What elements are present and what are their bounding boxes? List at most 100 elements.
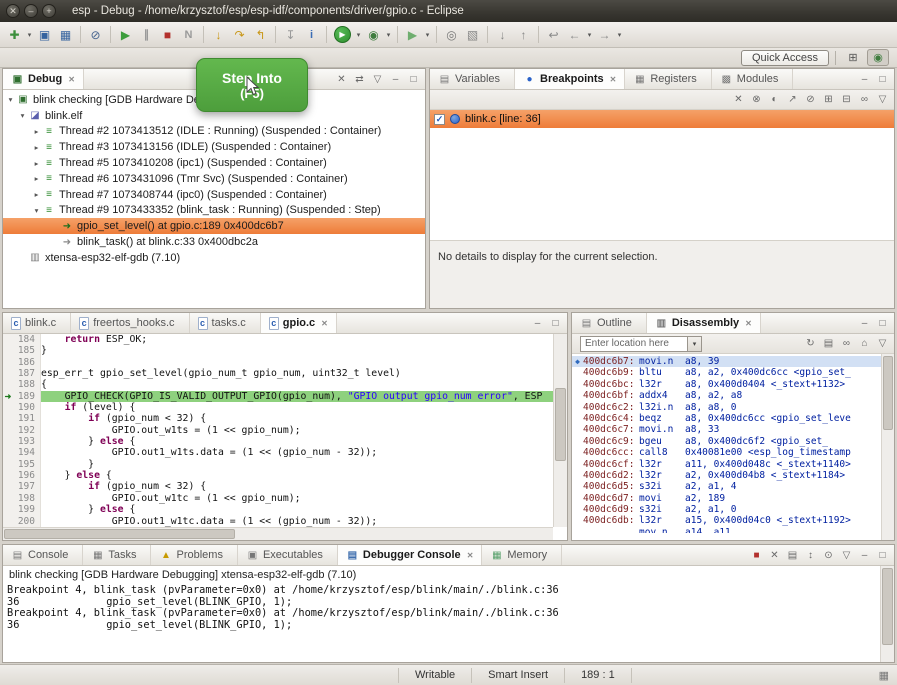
disassembly-line[interactable]: mov.n a14, a11 bbox=[572, 527, 881, 533]
toolbar-separator[interactable] bbox=[203, 26, 204, 43]
scroll-lock-icon[interactable]: ↕ bbox=[803, 548, 818, 563]
debug-button[interactable]: ◉ bbox=[363, 24, 384, 45]
next-annotation-button[interactable]: ↓ bbox=[492, 24, 513, 45]
code-line[interactable]: 185 } bbox=[3, 345, 553, 356]
maximize-icon[interactable]: □ bbox=[406, 72, 421, 87]
disassembly-line[interactable]: 400dc6d5: s32i a2, a1, 4 bbox=[572, 481, 881, 492]
prev-annotation-button[interactable]: ↑ bbox=[513, 24, 534, 45]
line-number[interactable]: 193 bbox=[13, 436, 41, 447]
line-number[interactable]: 187 bbox=[13, 368, 41, 379]
minimize-icon[interactable]: – bbox=[530, 316, 545, 331]
remove-launch-icon[interactable]: ✕ bbox=[767, 548, 782, 563]
tree-expander[interactable]: ▾ bbox=[31, 206, 42, 215]
tab-breakpoints[interactable]: ● Breakpoints ✕ bbox=[515, 69, 625, 89]
code-line[interactable]: 186 bbox=[3, 357, 553, 368]
code-line[interactable]: ➜ 189 GPIO_CHECK(GPIO_IS_VALID_OUTPUT_GP… bbox=[3, 391, 553, 402]
toolbar-separator[interactable] bbox=[538, 26, 539, 43]
scrollbar-thumb[interactable] bbox=[883, 356, 893, 430]
stack-frame-current[interactable]: ➜ gpio_set_level() at gpio.c:189 0x400dc… bbox=[3, 218, 425, 234]
tree-gdb-process[interactable]: ▥ xtensa-esp32-elf-gdb (7.10) bbox=[3, 250, 425, 266]
tree-expander[interactable]: ▸ bbox=[31, 174, 42, 183]
tree-expander[interactable]: ▾ bbox=[5, 95, 16, 104]
disassembly-line[interactable]: ◆ 400dc6b7: movi.n a8, 39 bbox=[572, 356, 881, 367]
line-number[interactable]: 186 bbox=[13, 357, 41, 368]
tree-thread-9[interactable]: ▾ ≡ Thread #9 1073433352 (blink_task : R… bbox=[3, 203, 425, 219]
tab-debugger-console[interactable]: ▤ Debugger Console ✕ bbox=[338, 545, 483, 565]
tree-thread-3[interactable]: ▸ ≡ Thread #3 1073413156 (IDLE) (Suspend… bbox=[3, 139, 425, 155]
tab-gpio-c[interactable]: c gpio.c ✕ bbox=[261, 313, 337, 333]
line-number[interactable]: 191 bbox=[13, 413, 41, 424]
code-line[interactable]: 195 } bbox=[3, 459, 553, 470]
editor-vertical-scrollbar[interactable] bbox=[553, 334, 567, 527]
tree-thread-5[interactable]: ▸ ≡ Thread #5 1073410208 (ipc1) (Suspend… bbox=[3, 155, 425, 171]
tab-memory[interactable]: ▦ Memory bbox=[482, 545, 562, 565]
toolbar-separator[interactable] bbox=[436, 26, 437, 43]
code-line[interactable]: 199 } else { bbox=[3, 504, 553, 515]
view-menu-icon[interactable]: ▽ bbox=[875, 92, 890, 107]
tab-close-icon[interactable]: ✕ bbox=[610, 75, 617, 84]
tab-executables[interactable]: ▣ Executables bbox=[238, 545, 338, 565]
pin-console-icon[interactable]: ⊙ bbox=[821, 548, 836, 563]
code-line[interactable]: 197 if (gpio_num < 32) { bbox=[3, 481, 553, 492]
tree-expander[interactable]: ▸ bbox=[31, 127, 42, 136]
disassembly-line[interactable]: 400dc6c4: beqz a8, 0x400dc6cc <gpio_set_… bbox=[572, 413, 881, 424]
new-wizard-menu[interactable]: ▾ bbox=[25, 24, 34, 45]
disassembly-line[interactable]: 400dc6c9: bgeu a8, 0x400dc6f2 <gpio_set_ bbox=[572, 436, 881, 447]
tab-disassembly[interactable]: ▥ Disassembly ✕ bbox=[647, 313, 761, 333]
remove-breakpoint-icon[interactable]: ✕ bbox=[731, 92, 746, 107]
console-vertical-scrollbar[interactable] bbox=[880, 566, 894, 662]
tree-thread-6[interactable]: ▸ ≡ Thread #6 1073431096 (Tmr Svc) (Susp… bbox=[3, 171, 425, 187]
code-line[interactable]: 191 if (gpio_num < 32) { bbox=[3, 413, 553, 424]
forward-menu[interactable]: ▾ bbox=[615, 24, 624, 45]
show-breakpoints-supported-icon[interactable]: ◐ bbox=[767, 92, 782, 107]
debug-perspective-button[interactable]: ◉ bbox=[867, 49, 889, 66]
window-minimize-button[interactable]: – bbox=[24, 4, 38, 18]
home-icon[interactable]: ⌂ bbox=[857, 336, 872, 351]
view-menu-icon[interactable]: ▽ bbox=[370, 72, 385, 87]
maximize-icon[interactable]: □ bbox=[875, 72, 890, 87]
show-source-icon[interactable]: ▤ bbox=[821, 336, 836, 351]
line-number[interactable]: 192 bbox=[13, 425, 41, 436]
line-number[interactable]: 194 bbox=[13, 447, 41, 458]
step-into-button[interactable]: ↓ bbox=[208, 24, 229, 45]
tab-debug[interactable]: ▣ Debug ✕ bbox=[3, 69, 84, 89]
minimize-icon[interactable]: – bbox=[388, 72, 403, 87]
code-line[interactable]: 198 GPIO.out_w1tc = (1 << gpio_num); bbox=[3, 493, 553, 504]
code-line[interactable]: 194 GPIO.out1_w1ts.data = (1 << (gpio_nu… bbox=[3, 447, 553, 458]
code-line[interactable]: 190 if (level) { bbox=[3, 402, 553, 413]
forward-button[interactable]: → bbox=[594, 24, 615, 45]
tab-close-icon[interactable]: ✕ bbox=[467, 551, 474, 560]
scrollbar-thumb[interactable] bbox=[4, 529, 235, 539]
toolbar-separator[interactable] bbox=[80, 26, 81, 43]
line-number[interactable]: 190 bbox=[13, 402, 41, 413]
line-number[interactable]: 196 bbox=[13, 470, 41, 481]
remove-all-terminated-icon[interactable]: ✕ bbox=[334, 72, 349, 87]
disassembly-line[interactable]: 400dc6b9: bltu a8, a2, 0x400dc6cc <gpio_… bbox=[572, 367, 881, 378]
toolbar-separator[interactable] bbox=[397, 26, 398, 43]
toolbar-separator[interactable] bbox=[275, 26, 276, 43]
line-number[interactable]: 188 bbox=[13, 379, 41, 390]
tab-console[interactable]: ▤ Console bbox=[3, 545, 83, 565]
link-with-debug-icon[interactable]: ∞ bbox=[857, 92, 872, 107]
line-number[interactable]: 185 bbox=[13, 345, 41, 356]
instruction-stepping-button[interactable]: i bbox=[301, 24, 322, 45]
view-menu-icon[interactable]: ▽ bbox=[839, 548, 854, 563]
mark-occurrences-button[interactable]: ▧ bbox=[462, 24, 483, 45]
go-to-file-icon[interactable]: ↗ bbox=[785, 92, 800, 107]
line-number[interactable]: 197 bbox=[13, 481, 41, 492]
resume-button[interactable]: ▶ bbox=[115, 24, 136, 45]
console-output[interactable]: Breakpoint 4, blink_task (pvParameter=0x… bbox=[3, 585, 880, 662]
disassembly-line[interactable]: 400dc6d2: l32r a2, 0x400d04b8 <_stext+11… bbox=[572, 470, 881, 481]
scrollbar-thumb[interactable] bbox=[555, 388, 566, 461]
tab-registers[interactable]: ▦ Registers bbox=[625, 69, 711, 89]
breakpoint-checkbox[interactable]: ✓ bbox=[434, 114, 445, 125]
sync-selection-icon[interactable]: ∞ bbox=[839, 336, 854, 351]
toolbar-separator[interactable] bbox=[326, 26, 327, 43]
disassembly-line[interactable]: 400dc6bf: addx4 a8, a2, a8 bbox=[572, 390, 881, 401]
location-combo[interactable]: Enter location here ▾ bbox=[580, 336, 702, 352]
tree-expander[interactable]: ▸ bbox=[31, 159, 42, 168]
disassembly-line[interactable]: 400dc6c7: movi.n a8, 33 bbox=[572, 424, 881, 435]
connect-process-icon[interactable]: ⇄ bbox=[352, 72, 367, 87]
run-menu[interactable]: ▾ bbox=[354, 24, 363, 45]
save-button[interactable]: ▣ bbox=[34, 24, 55, 45]
